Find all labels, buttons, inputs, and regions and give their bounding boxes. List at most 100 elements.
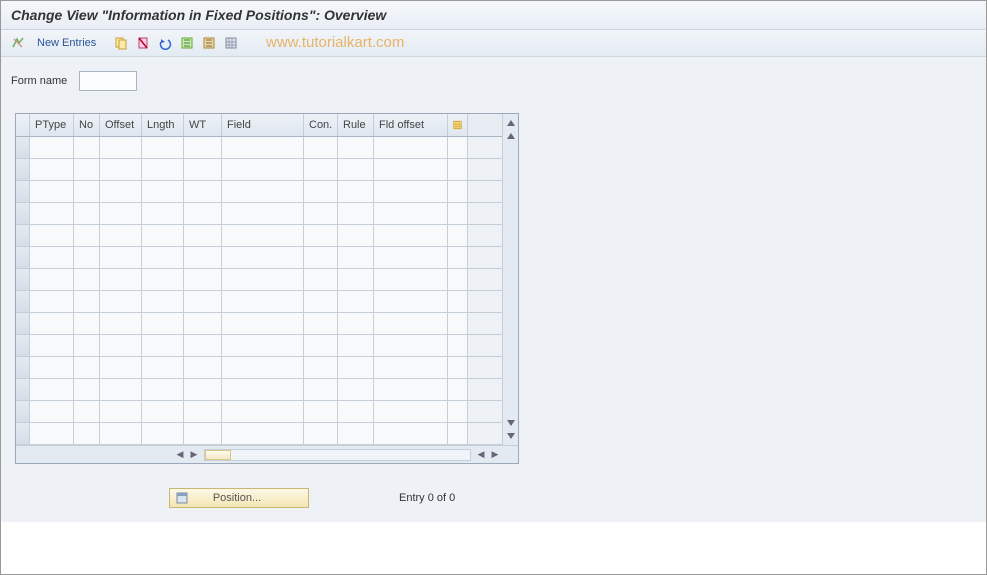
scroll-up-icon[interactable] [506, 118, 516, 128]
table-cell[interactable] [142, 247, 184, 268]
undo-icon[interactable] [156, 34, 174, 52]
table-cell[interactable] [30, 423, 74, 444]
table-cell[interactable] [184, 401, 222, 422]
table-cell[interactable] [338, 137, 374, 158]
table-row[interactable] [16, 423, 502, 445]
table-cell[interactable] [142, 423, 184, 444]
table-cell[interactable] [338, 401, 374, 422]
table-cell[interactable] [448, 269, 468, 290]
table-row[interactable] [16, 181, 502, 203]
table-cell[interactable] [30, 137, 74, 158]
table-row[interactable] [16, 225, 502, 247]
table-cell[interactable] [448, 225, 468, 246]
column-header-wt[interactable]: WT [184, 114, 222, 136]
table-cell[interactable] [304, 335, 338, 356]
table-cell[interactable] [142, 291, 184, 312]
table-cell[interactable] [142, 401, 184, 422]
row-selector[interactable] [16, 247, 30, 268]
scroll-track[interactable] [204, 449, 471, 461]
form-name-input[interactable] [79, 71, 137, 91]
table-cell[interactable] [448, 203, 468, 224]
table-cell[interactable] [374, 181, 448, 202]
row-selector-header[interactable] [16, 114, 30, 136]
table-config-icon[interactable] [448, 114, 468, 136]
table-cell[interactable] [374, 357, 448, 378]
table-cell[interactable] [74, 247, 100, 268]
column-header-offset[interactable]: Offset [100, 114, 142, 136]
row-selector[interactable] [16, 291, 30, 312]
table-cell[interactable] [448, 401, 468, 422]
table-cell[interactable] [30, 203, 74, 224]
row-selector[interactable] [16, 225, 30, 246]
column-header-ptype[interactable]: PType [30, 114, 74, 136]
table-cell[interactable] [338, 291, 374, 312]
table-cell[interactable] [142, 357, 184, 378]
table-cell[interactable] [222, 247, 304, 268]
scroll-right-icon[interactable]: ◀ [474, 448, 488, 462]
table-cell[interactable] [304, 137, 338, 158]
table-row[interactable] [16, 291, 502, 313]
column-header-field[interactable]: Field [222, 114, 304, 136]
table-cell[interactable] [338, 225, 374, 246]
position-button[interactable]: Position... [169, 488, 309, 508]
table-cell[interactable] [184, 335, 222, 356]
table-cell[interactable] [30, 401, 74, 422]
table-cell[interactable] [374, 159, 448, 180]
table-cell[interactable] [448, 335, 468, 356]
table-cell[interactable] [74, 313, 100, 334]
table-cell[interactable] [374, 269, 448, 290]
table-cell[interactable] [374, 313, 448, 334]
table-cell[interactable] [142, 225, 184, 246]
table-cell[interactable] [30, 181, 74, 202]
row-selector[interactable] [16, 379, 30, 400]
scroll-left-icon[interactable]: ▶ [187, 448, 201, 462]
table-cell[interactable] [222, 291, 304, 312]
table-cell[interactable] [74, 203, 100, 224]
table-cell[interactable] [222, 335, 304, 356]
table-cell[interactable] [74, 225, 100, 246]
table-cell[interactable] [74, 269, 100, 290]
table-cell[interactable] [338, 247, 374, 268]
column-header-rule[interactable]: Rule [338, 114, 374, 136]
table-cell[interactable] [222, 181, 304, 202]
toggle-icon[interactable] [9, 34, 27, 52]
column-header-no[interactable]: No [74, 114, 100, 136]
table-cell[interactable] [184, 313, 222, 334]
table-cell[interactable] [222, 225, 304, 246]
row-selector[interactable] [16, 313, 30, 334]
table-cell[interactable] [338, 335, 374, 356]
table-cell[interactable] [30, 357, 74, 378]
table-cell[interactable] [30, 313, 74, 334]
table-cell[interactable] [142, 269, 184, 290]
table-cell[interactable] [74, 401, 100, 422]
select-all-icon[interactable] [178, 34, 196, 52]
table-cell[interactable] [448, 313, 468, 334]
table-cell[interactable] [222, 159, 304, 180]
table-row[interactable] [16, 379, 502, 401]
table-cell[interactable] [222, 357, 304, 378]
table-row[interactable] [16, 269, 502, 291]
table-cell[interactable] [304, 159, 338, 180]
horizontal-scrollbar[interactable]: ◀ ▶ ◀ ▶ [16, 445, 518, 463]
table-cell[interactable] [100, 203, 142, 224]
table-row[interactable] [16, 137, 502, 159]
table-cell[interactable] [338, 423, 374, 444]
table-cell[interactable] [448, 159, 468, 180]
table-cell[interactable] [184, 291, 222, 312]
table-cell[interactable] [142, 313, 184, 334]
table-cell[interactable] [100, 225, 142, 246]
row-selector[interactable] [16, 357, 30, 378]
table-cell[interactable] [304, 401, 338, 422]
table-cell[interactable] [142, 203, 184, 224]
row-selector[interactable] [16, 137, 30, 158]
copy-icon[interactable] [112, 34, 130, 52]
row-selector[interactable] [16, 203, 30, 224]
table-cell[interactable] [184, 225, 222, 246]
table-cell[interactable] [100, 357, 142, 378]
table-cell[interactable] [374, 291, 448, 312]
table-cell[interactable] [338, 181, 374, 202]
table-cell[interactable] [448, 423, 468, 444]
table-cell[interactable] [100, 181, 142, 202]
row-selector[interactable] [16, 269, 30, 290]
table-cell[interactable] [30, 291, 74, 312]
